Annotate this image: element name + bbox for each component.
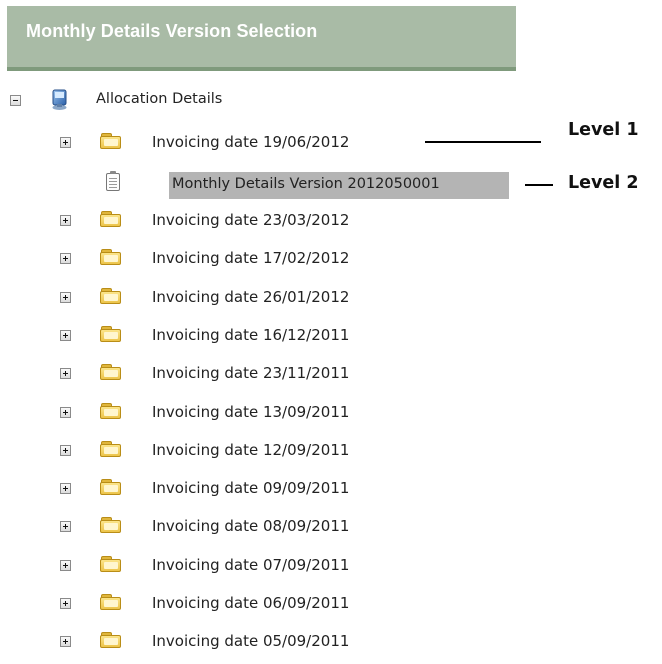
- collapse-icon[interactable]: [10, 95, 21, 106]
- folder-icon: [100, 555, 122, 572]
- folder-icon: [100, 479, 122, 496]
- expand-icon[interactable]: [60, 444, 71, 456]
- tree-root-row[interactable]: Allocation Details: [0, 88, 662, 116]
- level1-annotation: Level 1: [568, 120, 639, 140]
- level1-pointer-line: [425, 141, 541, 143]
- folder-icon: [100, 325, 122, 342]
- tree-node-row[interactable]: Invoicing date 08/09/2011: [0, 514, 662, 542]
- tree-node-label[interactable]: Invoicing date 16/12/2011: [152, 326, 349, 344]
- tree-node-label[interactable]: Invoicing date 07/09/2011: [152, 556, 349, 574]
- tree-node-label[interactable]: Invoicing date 23/11/2011: [152, 364, 349, 382]
- tree-node-label[interactable]: Invoicing date 23/03/2012: [152, 211, 349, 229]
- panel-header: Monthly Details Version Selection: [7, 6, 516, 71]
- expand-icon[interactable]: [60, 521, 71, 533]
- folder-icon: [100, 517, 122, 534]
- expand-icon[interactable]: [60, 368, 71, 380]
- expand-icon[interactable]: [60, 329, 71, 341]
- expand-icon[interactable]: [60, 253, 71, 265]
- folder-icon: [100, 249, 122, 266]
- folder-icon: [100, 211, 122, 227]
- expand-icon[interactable]: [60, 636, 71, 648]
- folder-icon: [100, 594, 122, 610]
- tree-node-label[interactable]: Invoicing date 26/01/2012: [152, 288, 349, 306]
- expand-icon[interactable]: [60, 137, 71, 148]
- expand-icon[interactable]: [60, 559, 71, 571]
- tree-node-row[interactable]: Invoicing date 23/11/2011: [0, 361, 662, 389]
- expand-icon[interactable]: [60, 598, 71, 609]
- document-icon: [106, 171, 120, 191]
- tree-node-label[interactable]: Invoicing date 13/09/2011: [152, 403, 349, 421]
- tree-child-row[interactable]: Monthly Details Version 2012050001: [0, 171, 662, 200]
- tree-node-label[interactable]: Invoicing date 19/06/2012: [152, 133, 349, 151]
- tree-node-row[interactable]: Invoicing date 17/02/2012: [0, 246, 662, 274]
- tree-node-label[interactable]: Invoicing date 08/09/2011: [152, 517, 349, 535]
- panel-title: Monthly Details Version Selection: [26, 21, 318, 41]
- tree-node-row[interactable]: Invoicing date 26/01/2012: [0, 285, 662, 313]
- tree-node-label[interactable]: Invoicing date 06/09/2011: [152, 594, 349, 612]
- tree-root-label[interactable]: Allocation Details: [96, 91, 222, 107]
- folder-icon: [100, 632, 122, 649]
- tree-node-row[interactable]: Invoicing date 06/09/2011: [0, 591, 662, 619]
- tree-node-row[interactable]: Invoicing date 23/03/2012: [0, 208, 662, 236]
- tree-node-label[interactable]: Invoicing date 09/09/2011: [152, 479, 349, 497]
- selected-version-label[interactable]: Monthly Details Version 2012050001: [169, 172, 509, 199]
- expand-icon[interactable]: [60, 483, 71, 495]
- expand-icon[interactable]: [60, 215, 71, 226]
- tree-node-label[interactable]: Invoicing date 12/09/2011: [152, 441, 349, 459]
- folder-icon: [100, 287, 122, 304]
- folder-icon: [100, 133, 122, 149]
- tree-node-label[interactable]: Invoicing date 05/09/2011: [152, 632, 349, 650]
- expand-icon[interactable]: [60, 406, 71, 418]
- level2-pointer-line: [525, 184, 553, 186]
- expand-icon[interactable]: [60, 291, 71, 303]
- tree-node-label[interactable]: Invoicing date 17/02/2012: [152, 249, 349, 267]
- folder-icon: [100, 402, 122, 419]
- folder-icon: [100, 440, 122, 457]
- computer-icon: [52, 89, 67, 110]
- tree-node-row[interactable]: Invoicing date 12/09/2011: [0, 438, 662, 466]
- folder-icon: [100, 364, 122, 381]
- tree-node-row[interactable]: Invoicing date 07/09/2011: [0, 553, 662, 581]
- tree-node-row[interactable]: Invoicing date 05/09/2011: [0, 629, 662, 657]
- tree-node-row[interactable]: Invoicing date 09/09/2011: [0, 476, 662, 504]
- tree-node-row[interactable]: Invoicing date 13/09/2011: [0, 400, 662, 428]
- level2-annotation: Level 2: [568, 173, 639, 193]
- tree-node-row[interactable]: Invoicing date 16/12/2011: [0, 323, 662, 351]
- tree-node-row[interactable]: Invoicing date 19/06/2012: [0, 130, 662, 158]
